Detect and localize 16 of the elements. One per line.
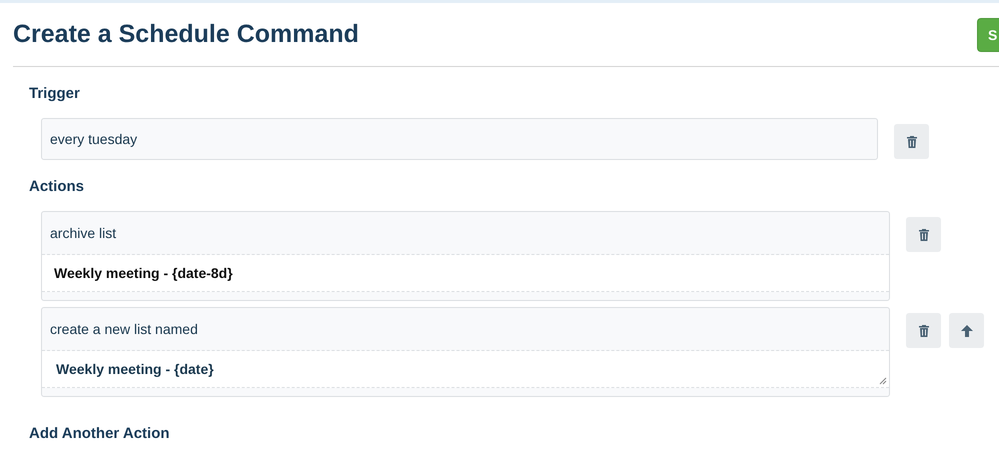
arrow-up-icon <box>960 324 972 336</box>
delete-button[interactable] <box>906 217 941 252</box>
page-title: Create a Schedule Command <box>13 20 359 49</box>
trash-icon <box>918 228 928 240</box>
argument-field[interactable]: Weekly meeting - {date} <box>42 351 889 388</box>
move-up-button[interactable] <box>949 313 984 348</box>
trash-icon <box>918 324 928 336</box>
trigger-field[interactable]: every tuesday <box>41 118 878 160</box>
section-heading: Add Another Action <box>29 424 171 442</box>
section-heading: Trigger <box>29 84 81 104</box>
resize-handle-icon[interactable] <box>879 377 887 385</box>
argument-field[interactable]: Weekly meeting - {date-8d} <box>42 255 889 292</box>
trash-icon <box>906 136 916 148</box>
delete-button[interactable] <box>906 313 941 348</box>
section-heading: Actions <box>29 177 86 197</box>
delete-button[interactable] <box>894 124 929 159</box>
